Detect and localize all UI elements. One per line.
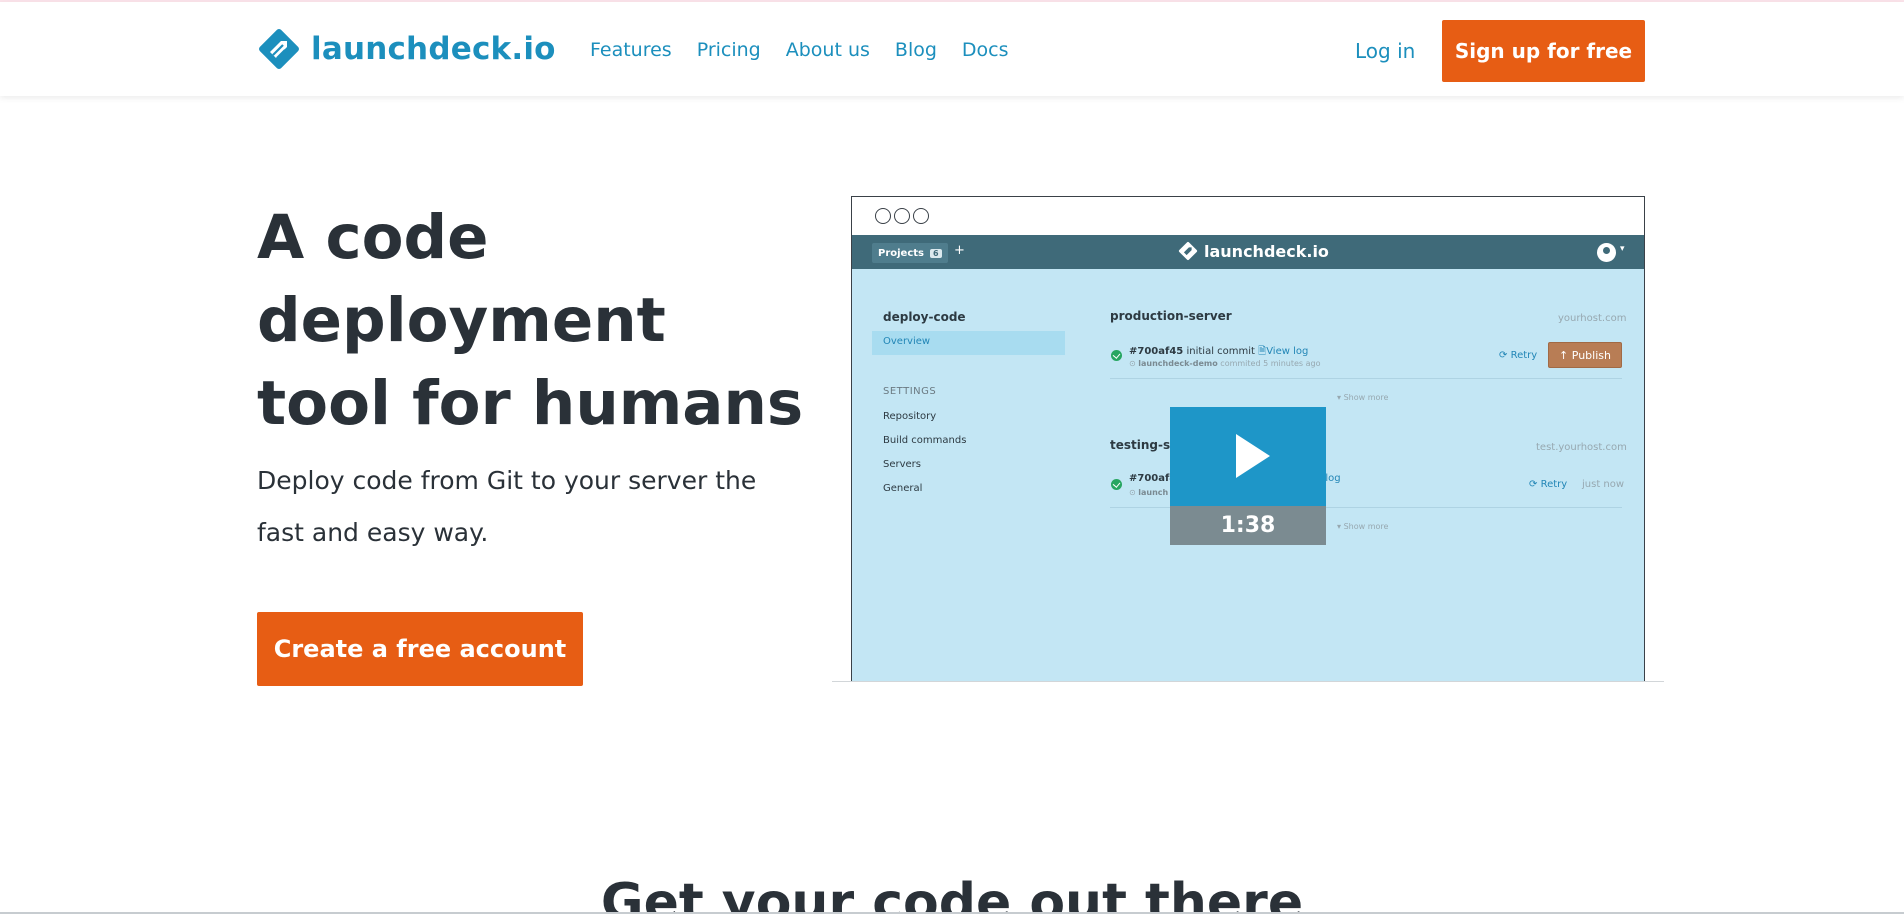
commit-author: launch xyxy=(1138,488,1169,497)
nav-docs[interactable]: Docs xyxy=(962,39,1009,61)
sidebar-project-name: deploy-code xyxy=(883,310,966,324)
logo-link[interactable]: launchdeck.io xyxy=(257,27,556,71)
commit-author: launchdeck-demo xyxy=(1138,359,1218,368)
show-more-link: ▾ Show more xyxy=(1337,393,1388,402)
show-more-link: ▾ Show more xyxy=(1337,522,1388,531)
sidebar-item-build-commands: Build commands xyxy=(883,435,967,446)
divider xyxy=(1110,378,1622,379)
success-check-icon xyxy=(1111,350,1122,361)
mockup-divider xyxy=(832,681,1664,682)
video-player[interactable]: 1:38 xyxy=(1170,407,1326,545)
sidebar-settings-heading: SETTINGS xyxy=(883,386,937,397)
main-nav: Features Pricing About us Blog Docs xyxy=(590,39,1034,61)
publish-label: Publish xyxy=(1571,348,1611,362)
file-icon: 🗎 xyxy=(1258,346,1267,357)
refresh-icon: ⟳ xyxy=(1499,350,1508,361)
login-link[interactable]: Log in xyxy=(1355,39,1415,63)
create-account-button[interactable]: Create a free account xyxy=(257,612,583,686)
signup-button[interactable]: Sign up for free xyxy=(1442,20,1645,82)
window-dot-icon xyxy=(875,208,891,224)
launchdeck-logo-icon xyxy=(1178,241,1198,261)
commit-meta: ⊙ launchdeck-demo commited 5 minutes ago xyxy=(1129,359,1321,368)
nav-pricing[interactable]: Pricing xyxy=(697,39,761,61)
window-dot-icon xyxy=(894,208,910,224)
deploy-time: just now xyxy=(1582,479,1625,490)
arrow-up-icon: ↑ xyxy=(1559,348,1569,362)
sidebar-item-servers: Servers xyxy=(883,459,922,470)
nav-blog[interactable]: Blog xyxy=(895,39,937,61)
retry-label: Retry xyxy=(1540,479,1568,490)
projects-button: Projects 6 xyxy=(872,243,948,263)
server-host: test.yourhost.com xyxy=(1536,442,1627,453)
sidebar-item-general: General xyxy=(883,483,923,494)
retry-link: ⟳ Retry xyxy=(1529,479,1567,490)
nav-about-us[interactable]: About us xyxy=(786,39,870,61)
hero-subtitle: Deploy code from Git to your server the … xyxy=(257,466,757,547)
launchdeck-logo-icon xyxy=(257,27,301,71)
projects-label: Projects xyxy=(878,247,925,259)
play-icon[interactable] xyxy=(1170,407,1326,506)
hero-title: A code deployment tool for humans xyxy=(257,202,804,439)
section-title: Get your code out there xyxy=(600,873,1304,914)
git-icon: ⊙ xyxy=(1129,488,1136,497)
success-check-icon xyxy=(1111,479,1122,490)
commit-id: #700af45 xyxy=(1129,346,1184,357)
window-dot-icon xyxy=(913,208,929,224)
logo-text: launchdeck.io xyxy=(311,31,556,67)
add-project-icon: + xyxy=(954,243,965,258)
commit-meta: ⊙ launch xyxy=(1129,488,1168,497)
nav-features[interactable]: Features xyxy=(590,39,672,61)
app-logo: launchdeck.io xyxy=(1178,241,1329,261)
show-more-label: Show more xyxy=(1343,522,1389,531)
app-topbar: Projects 6 + launchdeck.io ▾ xyxy=(852,235,1644,269)
show-more-label: Show more xyxy=(1343,393,1389,402)
chevron-down-icon: ▾ xyxy=(1337,522,1342,531)
server-name: production-server xyxy=(1110,309,1232,323)
projects-count-badge: 6 xyxy=(930,248,942,258)
sidebar-item-overview: Overview xyxy=(883,336,931,347)
commit-time: commited 5 minutes ago xyxy=(1220,359,1321,368)
sidebar-item-repository: Repository xyxy=(883,411,937,422)
site-header: launchdeck.io Features Pricing About us … xyxy=(0,2,1904,96)
chevron-down-icon: ▾ xyxy=(1620,244,1625,254)
publish-button: ↑ Publish xyxy=(1548,342,1622,368)
video-duration: 1:38 xyxy=(1170,506,1326,545)
server-host: yourhost.com xyxy=(1558,313,1627,324)
view-log-link: View log xyxy=(1266,346,1309,357)
retry-link: ⟳ Retry xyxy=(1499,350,1537,361)
browser-titlebar xyxy=(852,197,1644,235)
chevron-down-icon: ▾ xyxy=(1337,393,1342,402)
app-logo-text: launchdeck.io xyxy=(1204,241,1329,261)
user-avatar-icon xyxy=(1597,243,1616,262)
git-icon: ⊙ xyxy=(1129,359,1136,368)
refresh-icon: ⟳ xyxy=(1529,479,1538,490)
commit-message: initial commit xyxy=(1186,346,1255,357)
retry-label: Retry xyxy=(1510,350,1538,361)
